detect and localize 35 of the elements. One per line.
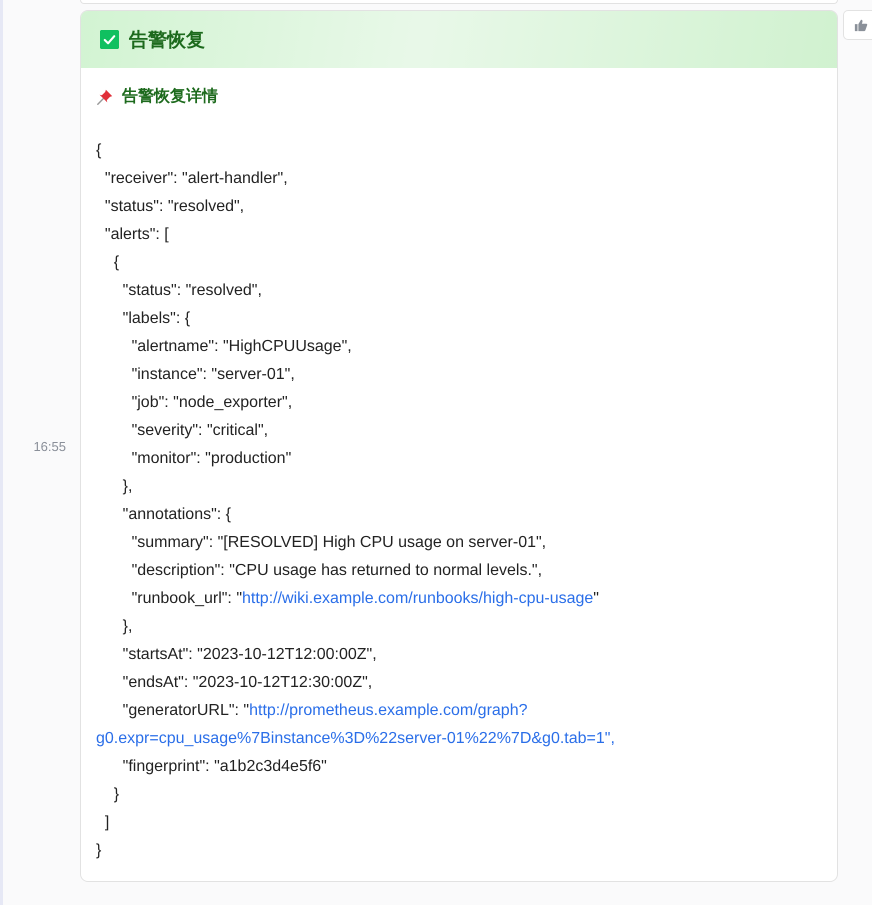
code-text: "instance": "server-01", [130, 366, 295, 383]
code-text: "status": "resolved", [104, 198, 244, 215]
like-button[interactable] [843, 10, 872, 40]
code-text: "labels": { [122, 310, 190, 327]
url-link[interactable]: http://wiki.example.com/runbooks/high-cpu-usage [242, 590, 594, 607]
code-text: "fingerprint": "a1b2c3d4e5f6" [122, 758, 327, 775]
code-text: { [112, 254, 120, 271]
code-text: { [96, 142, 102, 159]
code-text: "alerts": [ [104, 226, 169, 243]
code-text: "status": "resolved", [122, 282, 262, 299]
code-text: "annotations": { [122, 506, 231, 523]
card-title: 告警恢复 [129, 28, 205, 52]
code-text: "alertname": "HighCPUUsage", [130, 338, 352, 355]
section-title: 告警恢复详情 [122, 86, 218, 107]
thumbs-up-icon [854, 18, 868, 32]
url-link[interactable]: http://prometheus.example.com/graph? [249, 702, 528, 719]
code-text: "runbook_url": " [130, 590, 242, 607]
code-text: "endsAt": "2023-10-12T12:30:00Z", [122, 674, 372, 691]
code-text: " [593, 590, 599, 607]
code-text: }, [122, 618, 132, 635]
code-text: "job": "node_exporter", [130, 394, 292, 411]
url-link[interactable]: g0.expr=cpu_usage%7Binstance%3D%22server-01%22%7D&g0.tab=1", [96, 730, 615, 747]
code-text: "summary": "[RESOLVED] High CPU usage on server-01", [130, 534, 546, 551]
message-time: 16:55 [33, 438, 66, 454]
code-text: "monitor": "production" [130, 450, 292, 467]
code-text: } [96, 842, 102, 859]
code-text: }, [122, 478, 132, 495]
code-text: ] [104, 814, 110, 831]
code-text: "generatorURL": " [122, 702, 250, 719]
code-text: "description": "CPU usage has returned to normal levels.", [130, 562, 542, 579]
code-text: "receiver": "alert-handler", [104, 170, 288, 187]
code-text: } [112, 786, 120, 803]
pushpin-icon [96, 88, 114, 106]
code-text: "severity": "critical", [130, 422, 268, 439]
code-text: "startsAt": "2023-10-12T12:00:00Z", [122, 646, 377, 663]
